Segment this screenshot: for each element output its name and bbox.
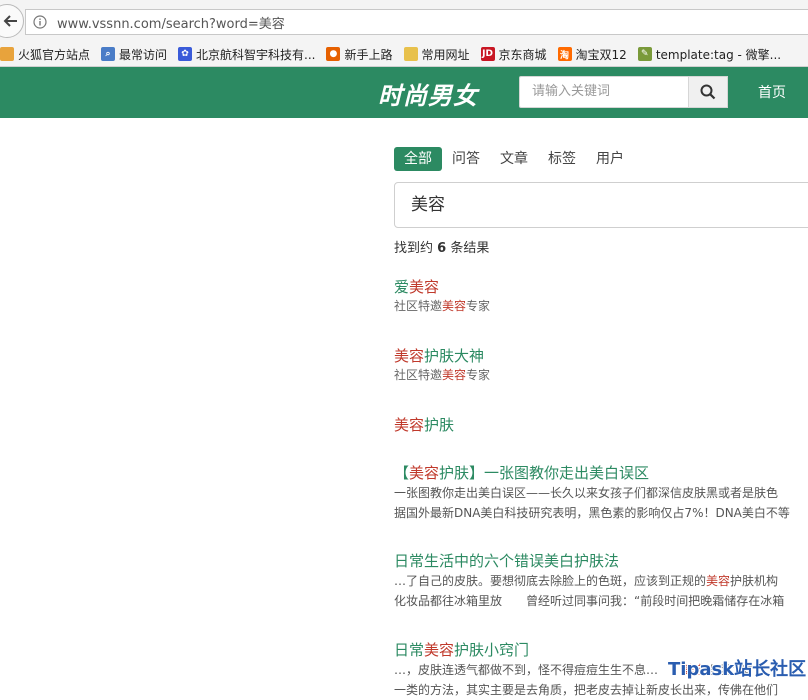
browser-toolbar: www.vssnn.com/search?word=美容 [0, 0, 808, 43]
bookmark-item[interactable]: 常用网址 [403, 46, 470, 63]
text-segment: 专家 [466, 299, 491, 313]
text-segment: …，皮肤连透气都做不到，怪不得痘痘生生不息… [394, 663, 683, 677]
tab-1[interactable]: 问答 [442, 147, 490, 171]
result-count-suffix: 条结果 [446, 241, 490, 256]
search-icon [700, 84, 716, 100]
watermark: Tipask站长社区 [668, 659, 807, 680]
bookmark-item[interactable]: JD 京东商城 [480, 46, 547, 63]
nav-home-link[interactable]: 首页 [758, 82, 786, 102]
result-snippet: 据国外最新DNA美白科技研究表明，黑色素的影响仅占7%！DNA美白不等 [394, 503, 808, 523]
bookmark-label: 京东商城 [498, 47, 547, 62]
result-subtitle: 社区特邀美容专家 [394, 297, 808, 315]
text-segment: 护肤机构 [730, 574, 779, 588]
result-count: 找到约 6 条结果 [394, 237, 489, 256]
bookmark-label: 北京航科智宇科技有... [196, 47, 316, 62]
result-snippet: …了自己的皮肤。要想彻底去除脸上的色斑，应该到正规的美容护肤机构 [394, 571, 808, 591]
text-segment: 爱 [394, 278, 410, 296]
highlight-text: 美容 [394, 347, 425, 365]
text-segment: 护肤大神 [424, 347, 485, 365]
bookmark-item[interactable]: ✿ 北京航科智宇科技有... [178, 46, 315, 63]
url-text: www.vssnn.com/search?word=美容 [57, 16, 285, 32]
text-segment: 专家 [466, 368, 491, 382]
search-result: 美容护肤 [394, 415, 808, 435]
tab-2[interactable]: 文章 [490, 147, 538, 171]
text-segment: 护肤 [424, 416, 455, 434]
text-segment: 化妆品都往冰箱里放 曾经听过同事问我：“前段时间把晚霜储存在冰箱 [394, 594, 785, 608]
highlight-text: 美容 [394, 416, 425, 434]
search-result: 美容护肤大神 社区特邀美容专家 [394, 346, 808, 384]
result-title-link[interactable]: 爱美容 [394, 277, 808, 297]
result-snippet: 一张图教你走出美白误区——长久以来女孩子们都深信皮肤黑或者是肤色 [394, 483, 808, 503]
result-snippet: 一类的方法，其实主要是去角质，把老皮去掉让新皮长出来，传佛在他们 [394, 680, 808, 700]
text-segment: 日常 [394, 641, 425, 659]
bookmark-label: 最常访问 [119, 47, 168, 62]
taobao-icon: 淘 [557, 47, 572, 61]
highlight-text: 美容 [706, 574, 731, 588]
result-title-link[interactable]: 【美容护肤】一张图教你走出美白误区 [394, 463, 808, 483]
result-subtitle: 社区特邀美容专家 [394, 366, 808, 384]
bookmark-label: template:tag - 微擎... [655, 47, 782, 62]
result-title-link[interactable]: 日常生活中的六个错误美白护肤法 [394, 551, 808, 571]
search-button[interactable] [688, 76, 728, 108]
bookmark-item[interactable]: ✎ template:tag - 微擎... [637, 46, 782, 63]
bookmark-label: 淘宝双12 [575, 47, 627, 62]
info-icon[interactable] [33, 15, 47, 29]
text-segment: 社区特邀 [394, 368, 443, 382]
text-segment: 据国外最新DNA美白科技研究表明，黑色素的影响仅占7%！DNA美白不等 [394, 506, 790, 520]
result-count-prefix: 找到约 [394, 241, 438, 256]
bookmark-item[interactable]: ● 新手上路 [326, 46, 393, 63]
bookmark-item[interactable]: 火狐官方站点 [0, 46, 90, 63]
highlight-text: 美容 [409, 464, 440, 482]
result-title-link[interactable]: 美容护肤大神 [394, 346, 808, 366]
site-header: 时尚男女 请输入关键词 首页 [0, 67, 808, 118]
text-segment: …了自己的皮肤。要想彻底去除脸上的色斑，应该到正规的 [394, 574, 707, 588]
text-segment: 护肤】一张图教你走出美白误区 [439, 464, 650, 482]
edit-icon: ✎ [637, 47, 652, 61]
search-result: 【美容护肤】一张图教你走出美白误区一张图教你走出美白误区——长久以来女孩子们都深… [394, 463, 808, 523]
search-result: 爱美容 社区特邀美容专家 [394, 277, 808, 315]
text-segment: 一类的方法，其实主要是去角质，把老皮去掉让新皮长出来，传佛在他们 [394, 683, 779, 697]
text-segment: 社区特邀 [394, 299, 443, 313]
folder-icon [403, 47, 418, 61]
bookmark-label: 常用网址 [421, 47, 470, 62]
site-logo[interactable]: 时尚男女 [378, 76, 478, 111]
tab-4[interactable]: 用户 [586, 147, 634, 171]
result-title-link[interactable]: 美容护肤 [394, 415, 808, 435]
bookmark-label: 新手上路 [344, 47, 393, 62]
bookmarks-bar: 火狐官方站点 ⌕ 最常访问 ✿ 北京航科智宇科技有... ● 新手上路 常用网址 JD 京东商城淘… [0, 42, 808, 67]
back-button[interactable] [0, 4, 24, 38]
highlight-text: 美容 [442, 299, 467, 313]
bookmark-item[interactable]: ⌕ 最常访问 [101, 46, 167, 63]
back-arrow-icon [3, 15, 17, 27]
result-count-number: 6 [437, 241, 447, 256]
firefox-icon: ● [326, 47, 341, 61]
search-result: 日常生活中的六个错误美白护肤法 …了自己的皮肤。要想彻底去除脸上的色斑，应该到正规… [394, 551, 808, 611]
text-segment: 【 [394, 464, 410, 482]
tab-0[interactable]: 全部 [394, 147, 442, 171]
folder-icon [0, 47, 14, 61]
jd-icon: JD [480, 47, 495, 61]
search-input[interactable]: 请输入关键词 [519, 76, 689, 108]
text-segment: 日常生活中的六个错误美白护肤法 [394, 552, 620, 570]
tab-3[interactable]: 标签 [538, 147, 586, 171]
highlight-text: 美容 [442, 368, 467, 382]
bookmark-item[interactable]: 淘淘宝双12 [557, 46, 627, 63]
query-input[interactable]: 美容 [394, 182, 808, 228]
highlight-text: 美容 [409, 278, 440, 296]
paw-icon: ✿ [178, 47, 193, 61]
text-segment: 一张图教你走出美白误区——长久以来女孩子们都深信皮肤黑或者是肤色 [394, 486, 779, 500]
address-bar[interactable]: www.vssnn.com/search?word=美容 [25, 9, 808, 35]
search-tabs: 全部 问答 文章 标签 用户 [394, 147, 634, 171]
highlight-text: 美容 [424, 641, 455, 659]
search-page-icon: ⌕ [101, 47, 116, 61]
text-segment: 护肤小窍门 [454, 641, 530, 659]
bookmark-label: 火狐官方站点 [18, 47, 91, 62]
result-snippet: 化妆品都往冰箱里放 曾经听过同事问我：“前段时间把晚霜储存在冰箱 [394, 591, 808, 611]
